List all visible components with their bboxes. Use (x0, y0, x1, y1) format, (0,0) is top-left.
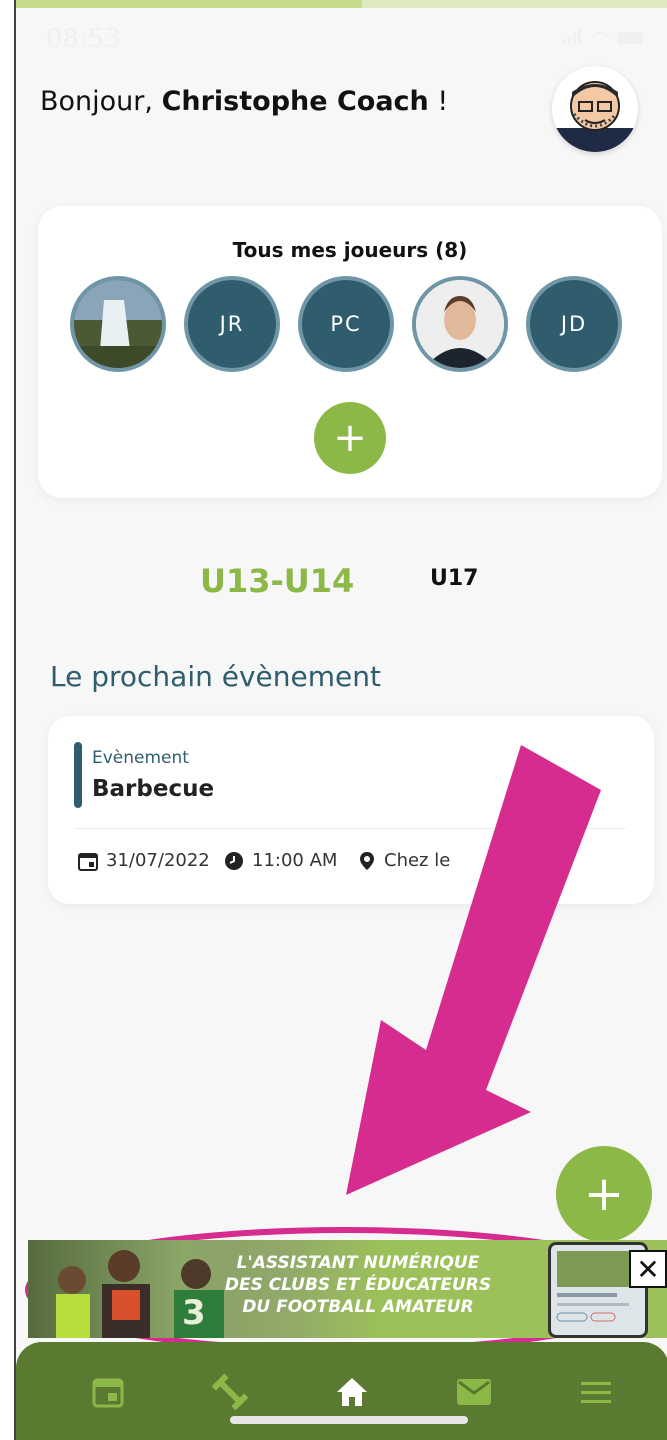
clock-icon (225, 851, 243, 870)
nav-menu[interactable] (574, 1372, 618, 1412)
user-name: Christophe Coach (161, 86, 429, 117)
player-avatar-photo-landscape[interactable] (70, 276, 166, 372)
greeting-suffix: ! (428, 86, 449, 117)
event-accent-bar (74, 742, 82, 808)
close-icon: ✕ (636, 1252, 660, 1286)
app-screen: 08:53 Bonjour, Christophe Coach ! Tous m… (14, 0, 667, 1440)
mail-icon (457, 1379, 491, 1405)
bottom-navigation (16, 1342, 667, 1440)
event-time-text: 11:00 AM (252, 850, 338, 871)
nav-home[interactable] (330, 1372, 374, 1412)
event-location-text: Chez le (384, 850, 451, 871)
close-banner-button[interactable]: ✕ (629, 1250, 667, 1288)
location-pin-icon (360, 851, 374, 870)
player-avatar-jd[interactable]: JD (526, 276, 622, 372)
add-fab-button[interactable]: + (556, 1146, 652, 1242)
players-card[interactable]: Tous mes joueurs (8) JR PC JD + (38, 206, 662, 498)
banner-line: DES CLUBS ET ÉDUCATEURS (224, 1275, 492, 1295)
greeting-prefix: Bonjour, (40, 86, 162, 117)
calendar-icon (78, 852, 98, 871)
avatar[interactable] (552, 66, 638, 152)
next-event-heading: Le prochain évènement (50, 660, 381, 693)
banner-line: DU FOOTBALL AMATEUR (242, 1297, 474, 1317)
nav-exercises[interactable] (208, 1372, 252, 1412)
player-initials: PC (330, 312, 362, 336)
landscape-photo-icon (74, 280, 162, 368)
player-avatar-jr[interactable]: JR (184, 276, 280, 372)
progress-fill (16, 0, 363, 8)
player-avatar-photo-person[interactable] (412, 276, 508, 372)
greeting: Bonjour, Christophe Coach ! (40, 86, 448, 117)
player-initials: JR (219, 312, 245, 336)
home-icon (337, 1378, 367, 1406)
nav-calendar[interactable] (86, 1372, 130, 1412)
player-avatar-pc[interactable]: PC (298, 276, 394, 372)
banner-line: L'ASSISTANT NUMÉRIQUE (236, 1253, 480, 1273)
event-name: Barbecue (92, 776, 215, 802)
event-date: 31/07/2022 (78, 850, 210, 871)
menu-icon (581, 1382, 611, 1403)
progress-track (16, 0, 667, 8)
banner-tagline: L'ASSISTANT NUMÉRIQUE DES CLUBS ET ÉDUCA… (198, 1252, 518, 1318)
status-icons (563, 28, 647, 52)
next-event-card[interactable]: Evènement Barbecue 31/07/2022 11:00 AM C… (48, 716, 654, 904)
plus-icon: + (583, 1166, 625, 1222)
add-player-button[interactable]: + (314, 402, 386, 474)
person-photo-icon (416, 280, 504, 368)
event-location: Chez le (358, 850, 450, 871)
home-indicator (230, 1416, 468, 1424)
event-date-text: 31/07/2022 (106, 850, 210, 871)
nav-messages[interactable] (452, 1372, 496, 1412)
exercise-icon (211, 1373, 249, 1411)
event-time: 11:00 AM (224, 850, 337, 871)
status-bar: 08:53 (16, 22, 667, 58)
divider (74, 828, 626, 829)
players-title: Tous mes joueurs (8) (232, 238, 468, 262)
event-type: Evènement (92, 748, 189, 768)
status-time: 08:53 (46, 24, 121, 54)
tab-team-u17[interactable]: U17 (430, 566, 478, 591)
coach-avatar-icon (552, 81, 638, 152)
player-initials: JD (560, 312, 588, 336)
plus-icon: + (333, 415, 367, 461)
calendar-icon (92, 1378, 124, 1408)
ad-banner[interactable]: 3 L'ASSISTANT NUMÉRIQUE DES CLUBS ET ÉDU… (28, 1240, 667, 1338)
tab-team-u13-u14[interactable]: U13-U14 (200, 562, 354, 600)
